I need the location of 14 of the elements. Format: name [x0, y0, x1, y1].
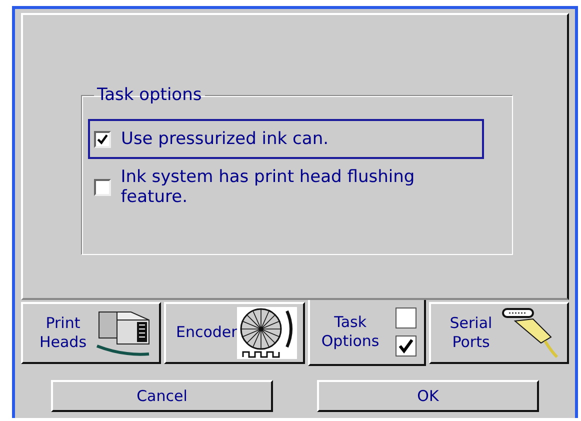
checkbox[interactable] [94, 130, 111, 148]
checkbox-option[interactable]: Use pressurized ink can. [88, 119, 484, 159]
tab[interactable]: Encoder [164, 302, 306, 364]
tab[interactable]: Serial Ports [429, 302, 569, 364]
tab[interactable]: Print Heads [21, 302, 161, 364]
serial-cable-icon [501, 307, 561, 359]
checkbox-option[interactable]: Ink system has print head flushing feature. [88, 167, 484, 207]
encoder-wheel-icon [237, 307, 298, 359]
checkbox[interactable] [94, 178, 111, 196]
checkboxes-icon [394, 306, 418, 358]
dialog-button[interactable]: OK [317, 380, 539, 412]
dialog-button[interactable]: Cancel [51, 380, 273, 412]
group-title: Task options [96, 85, 203, 105]
tab[interactable]: Task Options [308, 298, 426, 366]
